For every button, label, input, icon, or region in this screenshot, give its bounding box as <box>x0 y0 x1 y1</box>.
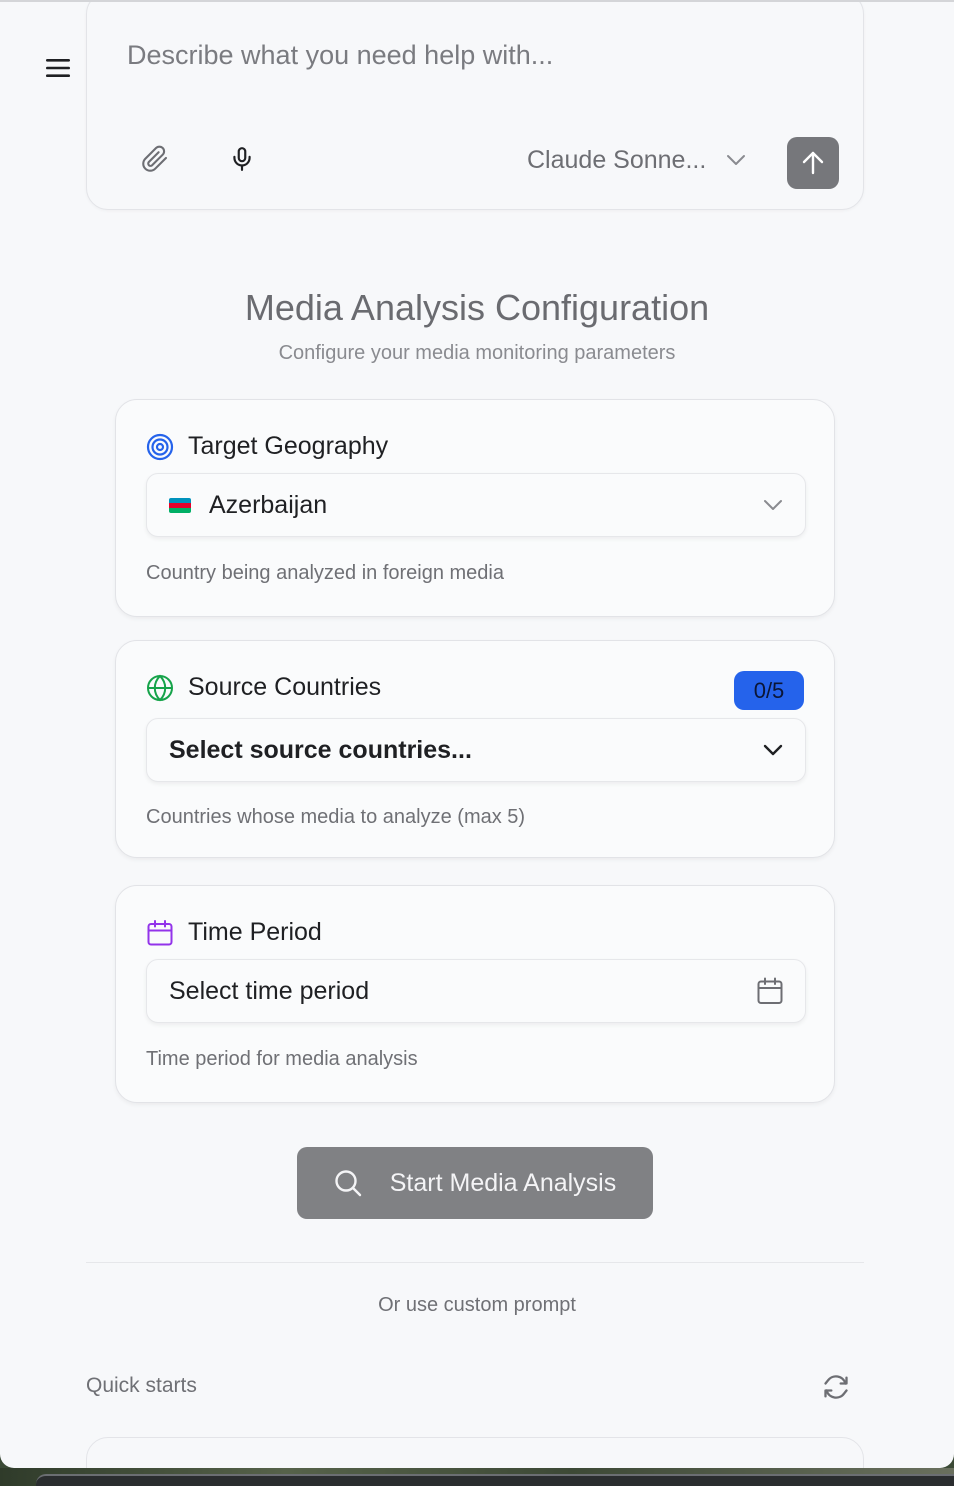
globe-icon <box>147 674 173 701</box>
paperclip-icon <box>142 145 168 172</box>
source-countries-card: Source Countries 0/5 Select source count… <box>115 640 835 858</box>
card-header: Target Geography <box>146 432 388 461</box>
chevron-down-icon <box>764 500 782 510</box>
time-period-placeholder: Select time period <box>169 976 370 1005</box>
chevron-down-icon <box>727 155 746 165</box>
source-countries-select[interactable]: Select source countries... <box>146 718 806 782</box>
search-icon <box>335 1170 361 1197</box>
target-geography-value: Azerbaijan <box>209 490 328 519</box>
voice-input-button[interactable] <box>224 141 260 177</box>
source-countries-helper: Countries whose media to analyze (max 5) <box>146 806 526 828</box>
chevron-down-icon <box>763 744 783 756</box>
send-button[interactable] <box>787 137 839 189</box>
target-geography-card: Target Geography Azerbaijan Country bein… <box>115 399 835 617</box>
quick-starts-label: Quick starts <box>86 1374 197 1397</box>
source-countries-title: Source Countries <box>188 673 382 701</box>
azerbaijan-flag-icon <box>169 497 191 513</box>
calendar-icon <box>757 977 783 1004</box>
time-period-card: Time Period Select time period Time peri… <box>115 885 835 1103</box>
start-media-analysis-button[interactable]: Start Media Analysis <box>297 1147 653 1219</box>
target-geography-title: Target Geography <box>188 432 389 460</box>
time-period-picker[interactable]: Select time period <box>146 959 806 1023</box>
config-subtitle: Configure your media monitoring paramete… <box>278 342 676 364</box>
background-window-edge <box>36 1474 954 1486</box>
custom-prompt-link[interactable]: Or use custom prompt <box>0 1294 954 1317</box>
start-button-label: Start Media Analysis <box>389 1168 617 1197</box>
model-selector[interactable]: Claude Sonne... <box>527 140 746 180</box>
divider <box>86 1262 864 1263</box>
model-label: Claude Sonne... <box>527 145 707 174</box>
app-window: Claude Sonne... Media Analysis Configura… <box>0 0 954 1468</box>
card-header: Time Period <box>146 918 322 947</box>
calendar-icon <box>147 919 173 945</box>
quick-start-card[interactable] <box>86 1437 864 1468</box>
prompt-input[interactable] <box>127 33 817 77</box>
config-title: Media Analysis Configuration <box>244 287 710 328</box>
arrow-up-icon <box>802 151 824 175</box>
prompt-composer: Claude Sonne... <box>86 2 864 210</box>
selection-count-badge: 0/5 <box>734 671 804 710</box>
microphone-icon <box>233 147 251 171</box>
attach-button[interactable] <box>137 141 173 177</box>
menu-icon <box>46 59 70 77</box>
target-geography-select[interactable]: Azerbaijan <box>146 473 806 537</box>
hamburger-menu-button[interactable] <box>40 50 76 86</box>
source-countries-placeholder: Select source countries... <box>169 735 472 764</box>
time-period-title: Time Period <box>188 918 322 946</box>
time-period-helper: Time period for media analysis <box>146 1048 418 1070</box>
refresh-quick-starts-button[interactable] <box>818 1369 854 1405</box>
refresh-icon <box>824 1375 848 1399</box>
target-geography-helper: Country being analyzed in foreign media <box>146 562 504 584</box>
card-header: Source Countries <box>146 673 381 702</box>
target-icon <box>146 433 174 460</box>
